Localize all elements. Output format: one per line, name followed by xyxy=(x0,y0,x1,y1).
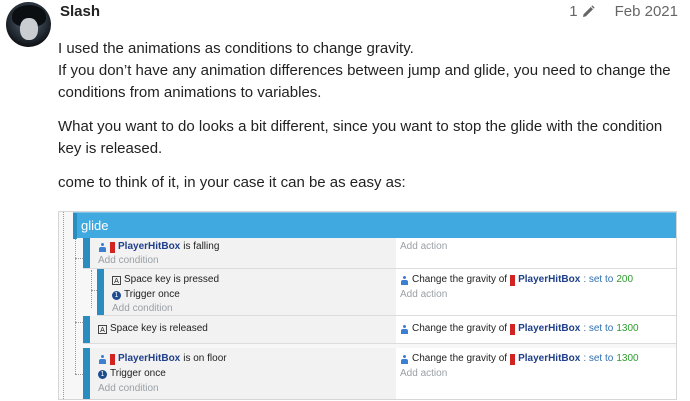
event-conditions[interactable]: PlayerHitBox is falling Add condition xyxy=(90,238,397,268)
object-icon xyxy=(400,354,409,364)
event-actions[interactable]: Add action xyxy=(396,238,676,268)
add-action-link[interactable]: Add action xyxy=(400,241,447,252)
tree-line xyxy=(75,374,83,375)
condition-text: is on floor xyxy=(183,353,227,364)
event-conditions[interactable]: PlayerHitBox is on floor 1 Trigger once … xyxy=(90,348,397,399)
object-sprite-icon xyxy=(110,353,115,365)
condition-text: Trigger once xyxy=(124,289,180,300)
object-sprite-icon xyxy=(110,241,115,253)
action[interactable]: Change the gravity of PlayerHitBox: set … xyxy=(400,274,633,286)
action-value: 1300 xyxy=(616,323,639,334)
object-name: PlayerHitBox xyxy=(118,353,181,364)
condition-text: Space key is pressed xyxy=(124,274,220,285)
object-icon xyxy=(98,354,107,364)
event-conditions[interactable]: A Space key is pressed 1 Trigger once Ad… xyxy=(104,269,397,315)
object-sprite-icon xyxy=(510,323,516,335)
pencil-icon xyxy=(582,4,595,17)
action[interactable]: Change the gravity of PlayerHitBox: set … xyxy=(400,323,639,335)
object-name: PlayerHitBox xyxy=(518,274,581,285)
keyboard-icon: A xyxy=(112,275,121,285)
paragraph: What you want to do looks a bit differen… xyxy=(58,118,663,157)
object-name: PlayerHitBox xyxy=(118,241,181,252)
object-name: PlayerHitBox xyxy=(518,323,581,334)
system-icon: 1 xyxy=(112,290,121,300)
paragraph: come to think of it, in your case it can… xyxy=(58,174,406,191)
forum-post: Slash 1 Feb 2021 I used the animations a… xyxy=(0,0,690,401)
event-row[interactable]: PlayerHitBox is on floor 1 Trigger once … xyxy=(83,348,676,399)
edit-count: 1 xyxy=(569,3,578,20)
event-row[interactable]: PlayerHitBox is falling Add condition Ad… xyxy=(83,238,676,269)
event-row[interactable]: A Space key is released Change the gravi… xyxy=(83,316,676,344)
tree-line xyxy=(63,212,64,399)
username[interactable]: Slash xyxy=(60,3,100,20)
add-action-link[interactable]: Add action xyxy=(400,368,447,379)
object-sprite-icon xyxy=(510,274,516,286)
event-actions[interactable]: Change the gravity of PlayerHitBox: set … xyxy=(396,316,676,343)
event-actions[interactable]: Change the gravity of PlayerHitBox: set … xyxy=(396,348,676,399)
post-body: I used the animations as conditions to c… xyxy=(58,38,678,206)
paragraph-line: I used the animations as conditions to c… xyxy=(58,40,414,57)
event-sheet-image: glide PlayerHitBox is falling Add condit… xyxy=(58,211,677,400)
condition[interactable]: 1 Trigger once xyxy=(98,368,166,380)
keyboard-icon: A xyxy=(98,324,107,334)
tree-line xyxy=(91,270,92,308)
condition[interactable]: A Space key is pressed xyxy=(112,274,219,286)
event-actions[interactable]: Change the gravity of PlayerHitBox: set … xyxy=(396,269,676,315)
condition-text: Trigger once xyxy=(110,368,166,379)
event-group-glide[interactable]: glide xyxy=(73,212,676,239)
action-value: 200 xyxy=(616,274,634,285)
add-condition-link[interactable]: Add condition xyxy=(98,255,159,266)
add-condition-link[interactable]: Add condition xyxy=(98,383,159,394)
condition[interactable]: 1 Trigger once xyxy=(112,289,180,301)
add-action-link[interactable]: Add action xyxy=(400,289,447,300)
event-conditions[interactable]: A Space key is released xyxy=(90,316,397,343)
object-sprite-icon xyxy=(510,353,516,365)
event-bar[interactable] xyxy=(97,269,104,315)
edit-history-button[interactable]: 1 xyxy=(569,3,595,20)
object-name: PlayerHitBox xyxy=(518,353,581,364)
action[interactable]: Change the gravity of PlayerHitBox: set … xyxy=(400,353,639,365)
action-text: Change the gravity of xyxy=(412,353,508,364)
set-text: : set to xyxy=(583,274,614,285)
object-icon xyxy=(400,275,409,285)
event-bar[interactable] xyxy=(83,348,90,399)
object-icon xyxy=(98,242,107,252)
post-meta: 1 Feb 2021 xyxy=(569,3,678,20)
condition[interactable]: PlayerHitBox is on floor xyxy=(98,353,227,365)
condition[interactable]: PlayerHitBox is falling xyxy=(98,241,219,253)
avatar-face xyxy=(20,18,38,40)
event-row[interactable]: A Space key is pressed 1 Trigger once Ad… xyxy=(97,269,676,316)
action-text: Change the gravity of xyxy=(412,323,508,334)
set-text: : set to xyxy=(583,353,614,364)
object-icon xyxy=(400,324,409,334)
paragraph-line: If you don’t have any animation differen… xyxy=(58,62,671,101)
avatar[interactable] xyxy=(6,2,51,47)
tree-line xyxy=(75,322,83,323)
add-condition-link[interactable]: Add condition xyxy=(112,303,173,314)
system-icon: 1 xyxy=(98,369,107,379)
paragraph: I used the animations as conditions to c… xyxy=(58,38,678,104)
condition[interactable]: A Space key is released xyxy=(98,323,208,335)
event-bar[interactable] xyxy=(83,238,90,268)
condition-text: Space key is released xyxy=(110,323,208,334)
group-collapse-handle[interactable] xyxy=(73,213,77,239)
group-title: glide xyxy=(81,218,109,233)
tree-line xyxy=(75,258,83,259)
post-date[interactable]: Feb 2021 xyxy=(615,3,678,20)
action-value: 1300 xyxy=(616,353,639,364)
action-text: Change the gravity of xyxy=(412,274,508,285)
set-text: : set to xyxy=(583,323,614,334)
event-bar[interactable] xyxy=(83,316,90,343)
condition-text: is falling xyxy=(183,241,220,252)
